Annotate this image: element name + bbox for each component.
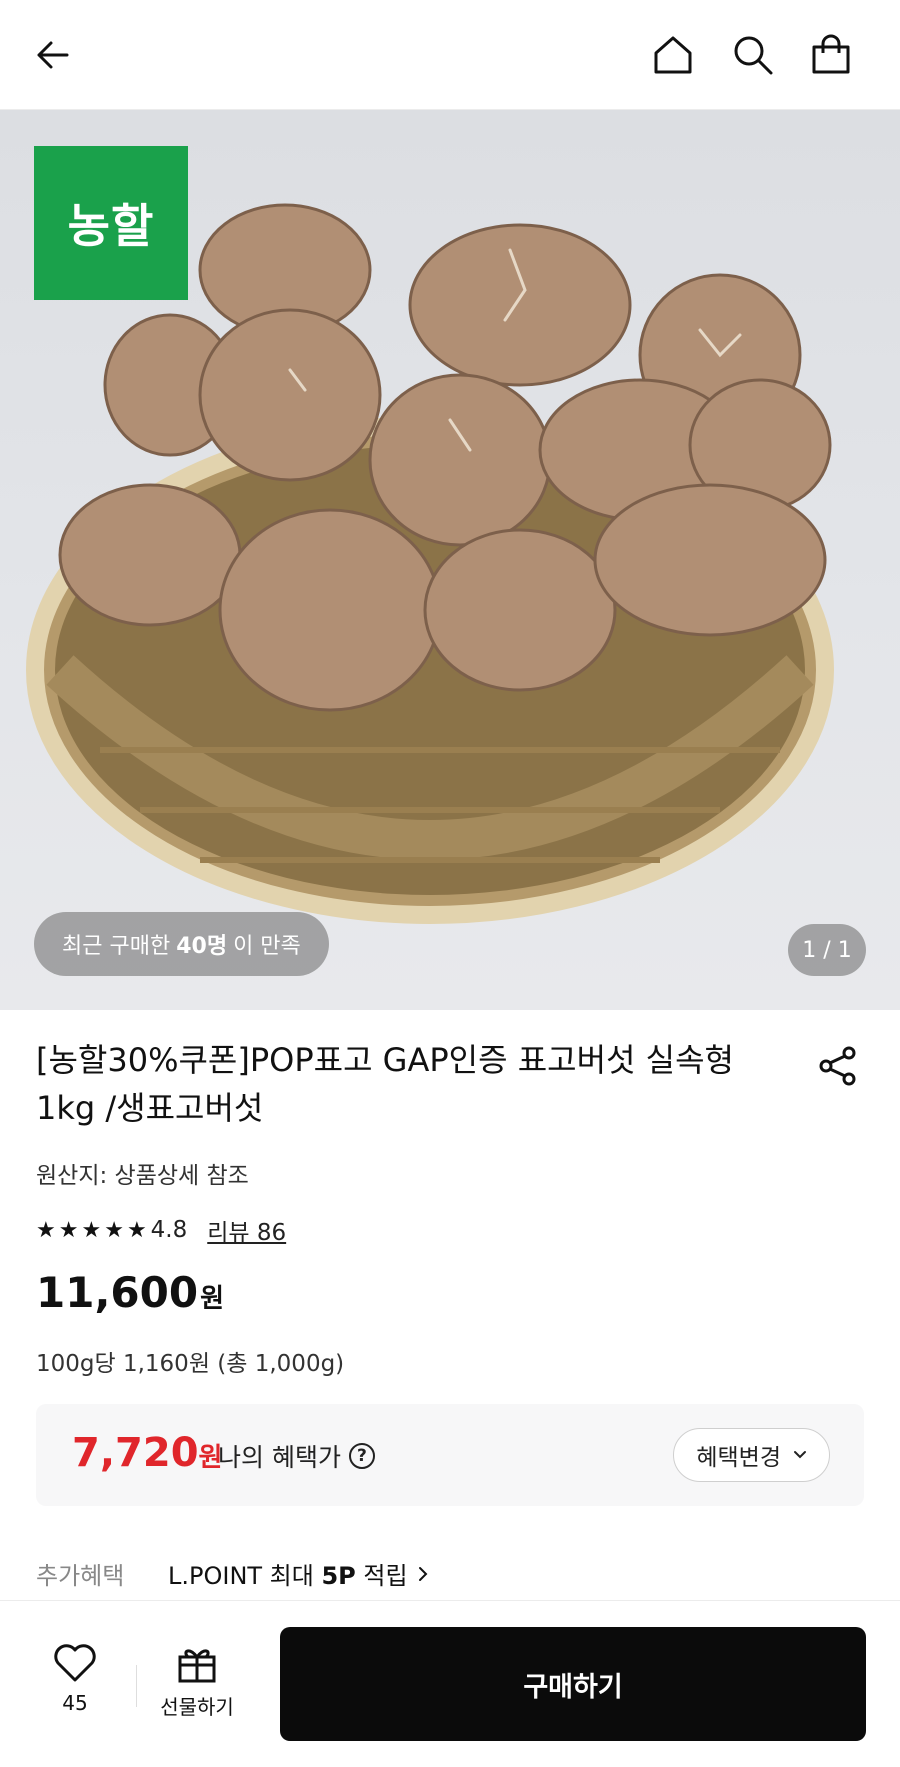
chevron-right-icon xyxy=(418,1566,427,1581)
divider xyxy=(136,1665,137,1707)
bottom-action-bar: 45 선물하기 구매하기 xyxy=(0,1600,900,1767)
gift-label: 선물하기 xyxy=(160,1695,234,1719)
product-image[interactable]: 농할 최근 구매한 40명 이 만족 1 / 1 xyxy=(0,110,900,1010)
image-counter: 1 / 1 xyxy=(788,924,866,976)
benefit-change-label: 혜택변경 xyxy=(696,1445,781,1471)
search-icon xyxy=(734,36,773,75)
rating-value: 4.8 xyxy=(150,1217,188,1243)
share-button[interactable] xyxy=(812,1040,864,1092)
star-icon: ★ xyxy=(104,1217,124,1243)
top-bar xyxy=(0,0,900,110)
benefit-label-text: 나의 혜택가 xyxy=(218,1443,341,1472)
like-count: 45 xyxy=(62,1691,88,1715)
product-price: 11,600원 xyxy=(36,1268,224,1317)
star-icon: ★ xyxy=(81,1217,102,1243)
chevron-down-icon xyxy=(794,1451,806,1459)
benefit-label: 나의 혜택가 ? xyxy=(218,1438,375,1474)
unit-price: 100g당 1,160원 (총 1,000g) xyxy=(36,1351,345,1377)
benefit-price: 7,720원 xyxy=(72,1430,222,1476)
product-title: [농할30%쿠폰]POP표고 GAP인증 표고버섯 실속형 1kg /생표고버섯 xyxy=(36,1041,734,1127)
question-circle-icon[interactable]: ? xyxy=(348,1443,375,1469)
price-value: 11,600 xyxy=(36,1268,199,1317)
benefit-change-button[interactable]: 혜택변경 xyxy=(673,1428,830,1482)
pill-suffix: 이 만족 xyxy=(233,934,301,959)
pill-prefix: 최근 구매한 xyxy=(62,934,171,959)
price-currency: 원 xyxy=(200,1284,224,1314)
cart-button[interactable] xyxy=(806,30,856,80)
review-link[interactable]: 리뷰 86 xyxy=(207,1213,286,1247)
search-button[interactable] xyxy=(728,30,778,80)
extra-benefit-row: 추가혜택 L.POINT 최대 5P 적립 xyxy=(36,1556,428,1591)
extra-benefit-suffix: 적립 xyxy=(355,1562,408,1590)
share-icon xyxy=(819,1046,856,1086)
gift-icon xyxy=(178,1649,216,1683)
home-button[interactable] xyxy=(648,30,698,80)
extra-benefit-prefix: L.POINT 최대 xyxy=(168,1562,322,1590)
heart-icon xyxy=(54,1644,96,1682)
star-icon: ★ xyxy=(58,1217,79,1243)
like-button[interactable]: 45 xyxy=(44,1643,106,1715)
star-icon: ★ xyxy=(36,1217,56,1243)
rating-row: ★ ★ ★ ★ ★ 4.8 리뷰 86 xyxy=(36,1213,286,1247)
benefit-price-value: 7,720 xyxy=(72,1430,199,1476)
extra-benefit-bold: 5P xyxy=(321,1562,356,1590)
back-button[interactable] xyxy=(28,30,78,80)
buy-button[interactable]: 구매하기 xyxy=(280,1627,866,1741)
home-icon xyxy=(654,36,692,74)
star-icon: ★ xyxy=(126,1217,147,1243)
extra-benefit-link[interactable]: L.POINT 최대 5P 적립 xyxy=(168,1556,428,1591)
arrow-left-icon xyxy=(37,41,69,69)
extra-benefit-label: 추가혜택 xyxy=(36,1562,125,1590)
purchase-satisfaction-pill: 최근 구매한 40명 이 만족 xyxy=(34,912,329,976)
benefit-box: 7,720원 나의 혜택가 ? 혜택변경 xyxy=(36,1404,864,1506)
product-origin: 원산지: 상품상세 참조 xyxy=(36,1163,249,1189)
brand-badge: 농할 xyxy=(34,146,188,300)
pill-count: 40명 xyxy=(176,934,228,959)
shopping-bag-icon xyxy=(812,34,850,74)
star-rating: ★ ★ ★ ★ ★ xyxy=(36,1218,147,1243)
gift-button[interactable]: 선물하기 xyxy=(152,1643,242,1720)
